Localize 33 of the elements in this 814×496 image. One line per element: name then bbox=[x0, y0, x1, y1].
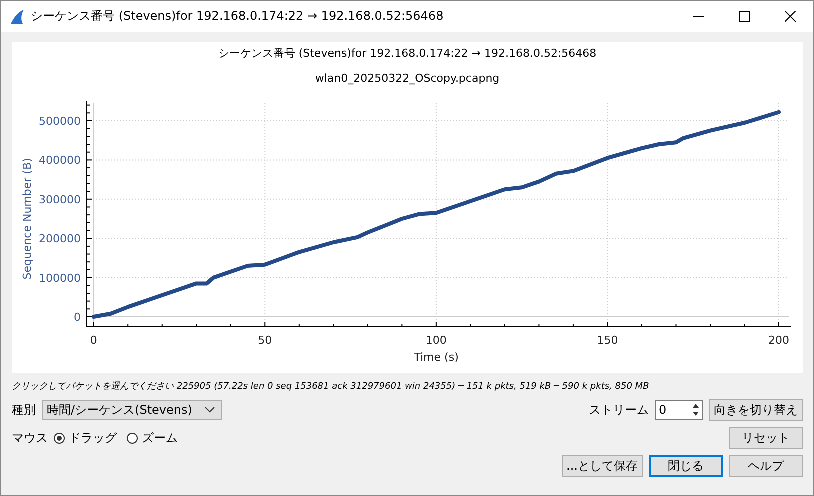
stream-label: ストリーム bbox=[589, 402, 649, 418]
fin-icon bbox=[9, 8, 25, 24]
x-tick-label: 50 bbox=[258, 334, 272, 347]
plot-title: シーケンス番号 (Stevens)for 192.168.0.174:22 → 192.168.0.52:56468 bbox=[218, 46, 597, 61]
x-tick-label: 150 bbox=[596, 334, 618, 347]
y-tick-label: 500000 bbox=[38, 115, 80, 128]
y-axis-title: Sequence Number (B) bbox=[20, 158, 34, 280]
plot-subtitle: wlan0_20250322_OScopy.pcapng bbox=[315, 72, 500, 85]
mouse-label: マウス bbox=[12, 430, 48, 446]
swap-direction-button[interactable]: 向きを切り替え bbox=[709, 399, 803, 421]
dialog-button[interactable]: 閉じる bbox=[649, 455, 723, 477]
type-label: 種別 bbox=[12, 402, 36, 418]
y-tick-label: 300000 bbox=[38, 193, 80, 206]
maximize-icon[interactable] bbox=[739, 10, 751, 22]
y-tick-label: 100000 bbox=[38, 272, 80, 285]
radio-option[interactable]: ズーム bbox=[127, 430, 178, 446]
type-dropdown[interactable]: 時間/シーケンス(Stevens) bbox=[42, 400, 222, 420]
x-tick-label: 0 bbox=[90, 334, 97, 347]
status-text: クリックしてパケットを選んでください 225905 (57.22s len 0 seq 153681 ack 312979601 win 24355) ─ 151 k pkts, 519 kB ─ 590 k pkts, 850 MB bbox=[12, 380, 650, 393]
chevron-icon bbox=[205, 407, 215, 413]
dialog-button[interactable]: ...として保存 bbox=[562, 455, 643, 477]
x-tick-label: 200 bbox=[768, 334, 789, 347]
y-tick-label: 200000 bbox=[38, 232, 80, 246]
window-title: シーケンス番号 (Stevens)for 192.168.0.174:22 → 192.168.0.52:56468 bbox=[31, 8, 444, 25]
reset-button[interactable]: リセット bbox=[729, 427, 803, 449]
y-tick-label: 400000 bbox=[38, 154, 80, 168]
stream-spinbox[interactable]: 0 bbox=[655, 400, 703, 420]
x-axis-title: Time (s) bbox=[414, 351, 458, 364]
x-tick-label: 100 bbox=[425, 334, 446, 347]
radio-option[interactable]: ドラッグ bbox=[54, 430, 117, 446]
dialog-button[interactable]: ヘルプ bbox=[729, 455, 803, 477]
close-icon[interactable] bbox=[785, 10, 797, 22]
y-tick-label: 0 bbox=[74, 311, 80, 324]
